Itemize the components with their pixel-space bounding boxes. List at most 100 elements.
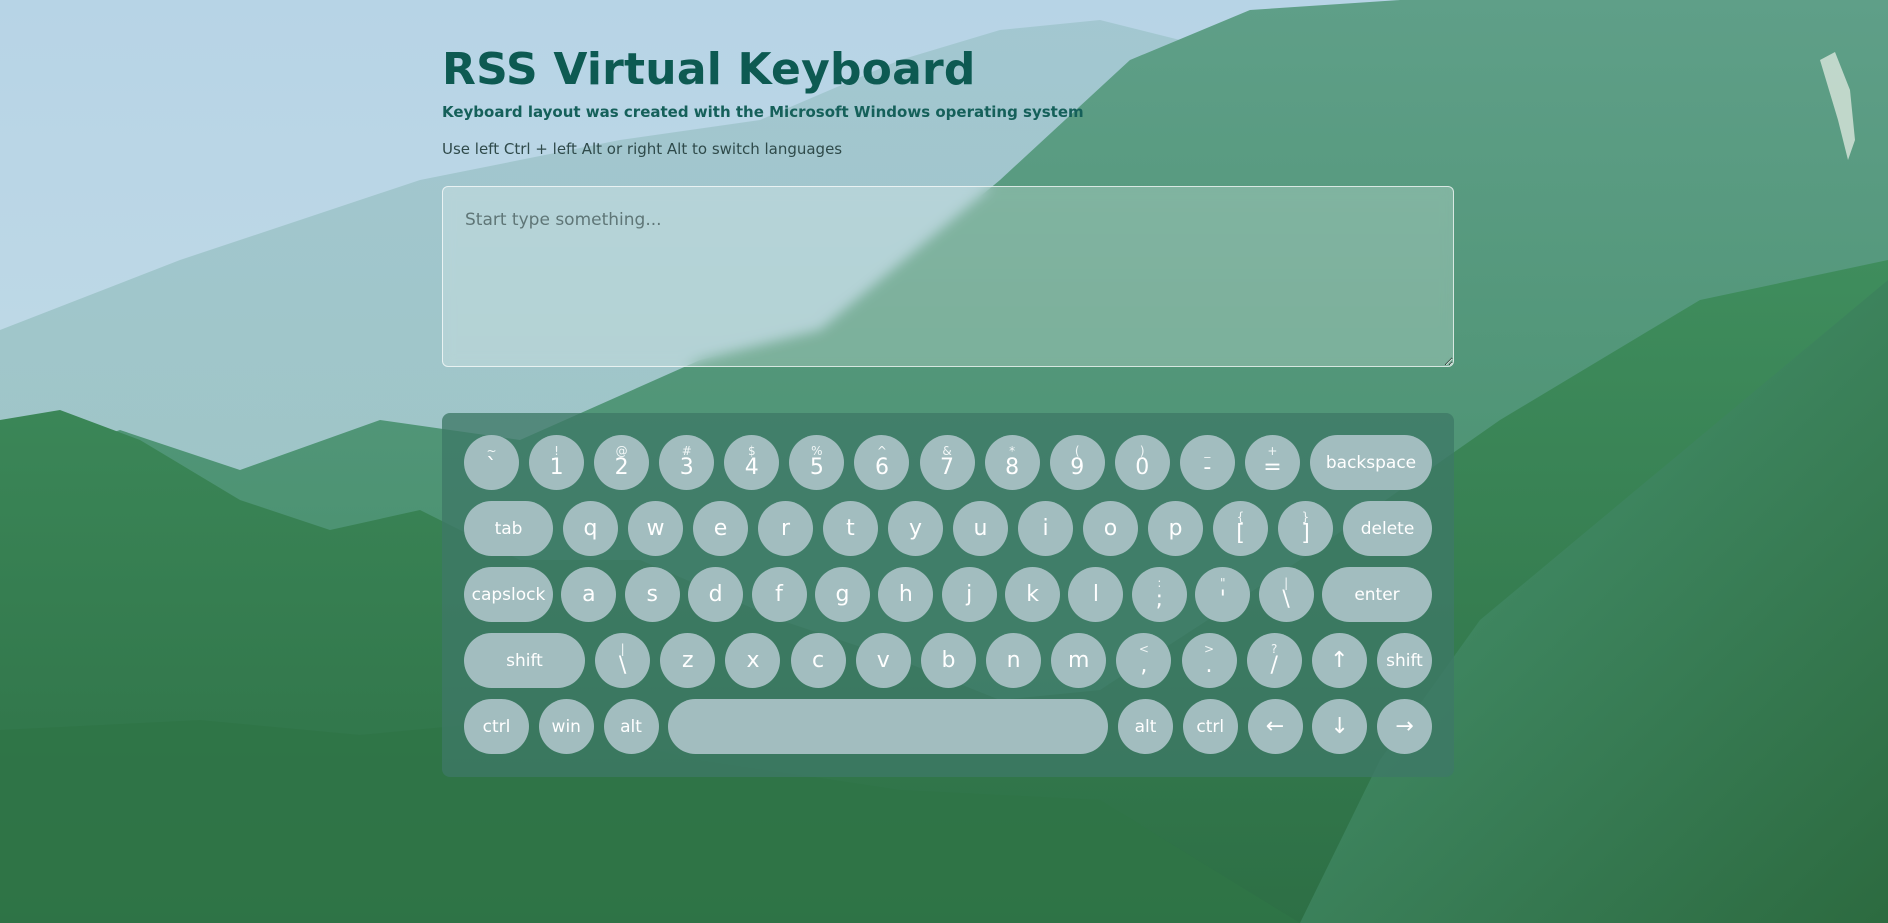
key-i[interactable]: i	[1018, 501, 1073, 556]
key-label: m	[1068, 647, 1090, 673]
key-u[interactable]: u	[953, 501, 1008, 556]
key-space[interactable]	[668, 699, 1109, 754]
key-u39[interactable]: " '	[1195, 567, 1251, 622]
key-t[interactable]: t	[823, 501, 878, 556]
key-alt[interactable]: alt	[603, 699, 659, 754]
key-u8595[interactable]: ↓	[1312, 699, 1368, 754]
key-label: q	[583, 515, 598, 541]
key-u92[interactable]: | \	[595, 633, 651, 688]
key-u47[interactable]: ? /	[1246, 633, 1302, 688]
text-input-area[interactable]	[442, 186, 1454, 367]
key-d[interactable]: d	[688, 567, 744, 622]
key-label: ↓	[1330, 713, 1349, 739]
key-label: w	[646, 515, 665, 541]
key-label: 8	[1005, 455, 1020, 480]
key-u92[interactable]: | \	[1258, 567, 1314, 622]
key-f[interactable]: f	[751, 567, 807, 622]
key-u96[interactable]: ~ `	[464, 435, 519, 490]
key-label: t	[846, 515, 855, 541]
key-label: n	[1006, 647, 1021, 673]
key-s[interactable]: s	[624, 567, 680, 622]
key-z[interactable]: z	[660, 633, 716, 688]
key-u8593[interactable]: ↑	[1311, 633, 1367, 688]
key-label: `	[486, 455, 497, 480]
key-u59[interactable]: :;	[1131, 567, 1187, 622]
key-b[interactable]: b	[920, 633, 976, 688]
key-label: g	[835, 581, 850, 607]
key-5[interactable]: % 5	[789, 435, 845, 490]
key-alt[interactable]: alt	[1118, 699, 1173, 754]
key-n[interactable]: n	[986, 633, 1042, 688]
key-label: 0	[1135, 455, 1150, 480]
key-label: 9	[1070, 455, 1085, 480]
key-p[interactable]: p	[1148, 501, 1203, 556]
key-h[interactable]: h	[878, 567, 934, 622]
key-shift[interactable]: shift	[1377, 633, 1432, 688]
key-capslock[interactable]: capslock	[464, 567, 553, 622]
key-3[interactable]: #3	[659, 435, 715, 490]
key-label: →	[1395, 713, 1414, 739]
key-shift[interactable]: shift	[464, 633, 585, 688]
key-label: enter	[1354, 584, 1400, 605]
key-1[interactable]: ! 1	[529, 435, 585, 490]
key-a[interactable]: a	[561, 567, 617, 622]
key-label: l	[1092, 581, 1100, 607]
key-ctrl[interactable]: ctrl	[1182, 699, 1238, 754]
key-label: 1	[549, 455, 564, 480]
key-q[interactable]: q	[563, 501, 618, 556]
key-u8594[interactable]: →	[1377, 699, 1432, 754]
key-label: p	[1168, 515, 1183, 541]
key-4[interactable]: $4	[724, 435, 780, 490]
key-label: c	[812, 647, 825, 673]
key-label: k	[1026, 581, 1039, 607]
key-v[interactable]: v	[855, 633, 911, 688]
key-6[interactable]: ^ 6	[854, 435, 910, 490]
key-win[interactable]: win	[538, 699, 594, 754]
key-u93[interactable]: }]	[1278, 501, 1333, 556]
key-label: s	[646, 581, 658, 607]
key-9[interactable]: (9	[1049, 435, 1105, 490]
virtual-keyboard: ~ `! 1 @2 #3 $4% 5 ^ 6 & 7 * 8(9) 0 _ - + = backspace tab q w…	[442, 413, 1454, 777]
key-l[interactable]: l	[1068, 567, 1124, 622]
key-backspace[interactable]: backspace	[1310, 435, 1432, 490]
key-c[interactable]: c	[790, 633, 846, 688]
key-label: h	[898, 581, 913, 607]
key-label: i	[1042, 515, 1049, 541]
key-ctrl[interactable]: ctrl	[464, 699, 529, 754]
key-label: e	[713, 515, 728, 541]
key-u61[interactable]: + =	[1244, 435, 1300, 490]
key-e[interactable]: e	[693, 501, 748, 556]
key-label: '	[1219, 587, 1226, 612]
key-u45[interactable]: _ -	[1179, 435, 1235, 490]
key-enter[interactable]: enter	[1322, 567, 1432, 622]
page-subtitle: Keyboard layout was created with the Mic…	[442, 103, 1084, 121]
key-label: shift	[506, 650, 543, 671]
key-label: v	[876, 647, 890, 673]
key-y[interactable]: y	[888, 501, 943, 556]
key-u8592[interactable]: ←	[1247, 699, 1303, 754]
key-label: capslock	[471, 584, 546, 605]
key-label: ;	[1155, 587, 1164, 612]
key-m[interactable]: m	[1051, 633, 1107, 688]
key-w[interactable]: w	[628, 501, 683, 556]
key-j[interactable]: j	[941, 567, 997, 622]
key-u46[interactable]: >.	[1181, 633, 1237, 688]
key-x[interactable]: x	[725, 633, 781, 688]
key-k[interactable]: k	[1005, 567, 1061, 622]
key-8[interactable]: * 8	[984, 435, 1040, 490]
key-g[interactable]: g	[814, 567, 870, 622]
key-label: -	[1203, 455, 1212, 480]
key-delete[interactable]: delete	[1343, 501, 1432, 556]
key-7[interactable]: & 7	[919, 435, 975, 490]
key-label: alt	[620, 716, 642, 737]
key-u91[interactable]: {[	[1213, 501, 1268, 556]
key-label: f	[775, 581, 783, 607]
key-tab[interactable]: tab	[464, 501, 553, 556]
key-0[interactable]: ) 0	[1114, 435, 1170, 490]
key-2[interactable]: @2	[594, 435, 650, 490]
key-r[interactable]: r	[758, 501, 813, 556]
key-u44[interactable]: <,	[1116, 633, 1172, 688]
key-o[interactable]: o	[1083, 501, 1138, 556]
page-title: RSS Virtual Keyboard	[442, 44, 976, 95]
key-label: d	[708, 581, 723, 607]
